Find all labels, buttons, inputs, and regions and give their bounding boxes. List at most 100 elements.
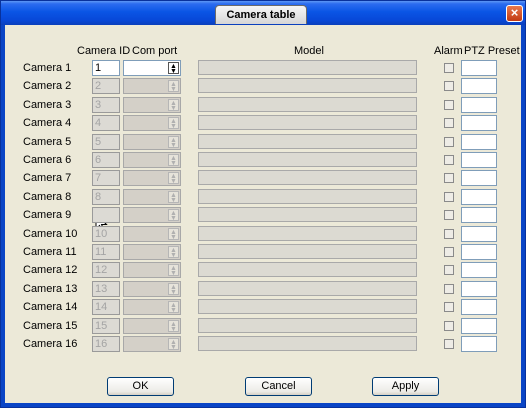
camera-id-field[interactable]: 14	[92, 299, 120, 315]
ptz-preset-field[interactable]	[461, 281, 497, 297]
alarm-checkbox[interactable]	[444, 210, 454, 220]
com-port-select[interactable]: ▲ ▼	[123, 170, 181, 186]
updown-arrow-icon[interactable]: ▲ ▼	[168, 99, 179, 112]
camera-id-field[interactable]: 11	[92, 244, 120, 260]
alarm-checkbox[interactable]	[444, 100, 454, 110]
model-field[interactable]	[198, 281, 417, 296]
updown-arrow-icon[interactable]: ▲ ▼	[168, 62, 179, 75]
com-port-select[interactable]: ▲ ▼	[123, 281, 181, 297]
com-port-select[interactable]: ▲ ▼	[123, 207, 181, 223]
updown-arrow-icon[interactable]: ▲ ▼	[168, 80, 179, 93]
model-field[interactable]	[198, 152, 417, 167]
model-field[interactable]	[198, 336, 417, 351]
alarm-checkbox[interactable]	[444, 321, 454, 331]
updown-arrow-icon[interactable]: ▲ ▼	[168, 338, 179, 351]
com-port-select[interactable]: ▲ ▼	[123, 115, 181, 131]
alarm-checkbox[interactable]	[444, 265, 454, 275]
com-port-select[interactable]: ▲ ▼	[123, 244, 181, 260]
camera-id-field[interactable]: 7	[92, 170, 120, 186]
alarm-checkbox[interactable]	[444, 284, 454, 294]
ptz-preset-field[interactable]	[461, 226, 497, 242]
model-field[interactable]	[198, 170, 417, 185]
alarm-checkbox[interactable]	[444, 118, 454, 128]
ptz-preset-field[interactable]	[461, 336, 497, 352]
com-port-select[interactable]: ▲ ▼	[123, 262, 181, 278]
updown-arrow-icon[interactable]: ▲ ▼	[168, 209, 179, 222]
ptz-preset-field[interactable]	[461, 97, 497, 113]
updown-arrow-icon[interactable]: ▲ ▼	[168, 246, 179, 259]
com-port-select[interactable]: ▲ ▼	[123, 336, 181, 352]
updown-arrow-icon[interactable]: ▲ ▼	[168, 264, 179, 277]
alarm-checkbox[interactable]	[444, 247, 454, 257]
camera-id-field[interactable]	[92, 207, 120, 223]
cancel-button[interactable]: Cancel	[245, 377, 312, 396]
alarm-checkbox[interactable]	[444, 192, 454, 202]
model-field[interactable]	[198, 134, 417, 149]
updown-arrow-icon[interactable]: ▲ ▼	[168, 320, 179, 333]
camera-id-field[interactable]: 2	[92, 78, 120, 94]
com-port-select[interactable]: ▲ ▼	[123, 318, 181, 334]
ptz-preset-field[interactable]	[461, 60, 497, 76]
com-port-select[interactable]: ▲ ▼	[123, 299, 181, 315]
camera-id-field[interactable]: 3	[92, 97, 120, 113]
ptz-preset-field[interactable]	[461, 262, 497, 278]
alarm-checkbox[interactable]	[444, 229, 454, 239]
ptz-preset-field[interactable]	[461, 78, 497, 94]
ptz-preset-field[interactable]	[461, 189, 497, 205]
com-port-select[interactable]: ▲ ▼	[123, 189, 181, 205]
alarm-checkbox[interactable]	[444, 339, 454, 349]
com-port-select[interactable]: ▲ ▼	[123, 226, 181, 242]
title-bar[interactable]: Camera table ×	[1, 1, 525, 25]
com-port-select[interactable]: ▲ ▼	[123, 60, 181, 76]
model-field[interactable]	[198, 262, 417, 277]
apply-button[interactable]: Apply	[372, 377, 439, 396]
ptz-preset-field[interactable]	[461, 318, 497, 334]
ptz-preset-field[interactable]	[461, 207, 497, 223]
updown-arrow-icon[interactable]: ▲ ▼	[168, 301, 179, 314]
model-field[interactable]	[198, 299, 417, 314]
alarm-checkbox[interactable]	[444, 155, 454, 165]
model-field[interactable]	[198, 189, 417, 204]
alarm-checkbox[interactable]	[444, 81, 454, 91]
updown-arrow-icon[interactable]: ▲ ▼	[168, 191, 179, 204]
model-field[interactable]	[198, 78, 417, 93]
ptz-preset-field[interactable]	[461, 170, 497, 186]
com-port-select[interactable]: ▲ ▼	[123, 152, 181, 168]
alarm-checkbox[interactable]	[444, 302, 454, 312]
ok-button[interactable]: OK	[107, 377, 174, 396]
camera-id-field[interactable]: 4	[92, 115, 120, 131]
updown-arrow-icon[interactable]: ▲ ▼	[168, 136, 179, 149]
ptz-preset-field[interactable]	[461, 244, 497, 260]
model-field[interactable]	[198, 97, 417, 112]
model-field[interactable]	[198, 226, 417, 241]
updown-arrow-icon[interactable]: ▲ ▼	[168, 154, 179, 167]
com-port-select[interactable]: ▲ ▼	[123, 97, 181, 113]
updown-arrow-icon[interactable]: ▲ ▼	[168, 228, 179, 241]
camera-id-field[interactable]: 13	[92, 281, 120, 297]
camera-id-field[interactable]: 10	[92, 226, 120, 242]
model-field[interactable]	[198, 318, 417, 333]
ptz-preset-field[interactable]	[461, 299, 497, 315]
updown-arrow-icon[interactable]: ▲ ▼	[168, 172, 179, 185]
close-icon[interactable]: ×	[506, 5, 523, 22]
camera-id-field[interactable]: 1	[92, 60, 120, 76]
ptz-preset-field[interactable]	[461, 152, 497, 168]
com-port-select[interactable]: ▲ ▼	[123, 78, 181, 94]
alarm-checkbox[interactable]	[444, 173, 454, 183]
model-field[interactable]	[198, 115, 417, 130]
camera-id-field[interactable]: 8	[92, 189, 120, 205]
model-field[interactable]	[198, 207, 417, 222]
ptz-preset-field[interactable]	[461, 115, 497, 131]
camera-id-field[interactable]: 5	[92, 134, 120, 150]
alarm-checkbox[interactable]	[444, 137, 454, 147]
camera-id-field[interactable]: 15	[92, 318, 120, 334]
camera-id-field[interactable]: 6	[92, 152, 120, 168]
updown-arrow-icon[interactable]: ▲ ▼	[168, 117, 179, 130]
model-field[interactable]	[198, 244, 417, 259]
com-port-select[interactable]: ▲ ▼	[123, 134, 181, 150]
updown-arrow-icon[interactable]: ▲ ▼	[168, 283, 179, 296]
alarm-checkbox[interactable]	[444, 63, 454, 73]
camera-id-field[interactable]: 16	[92, 336, 120, 352]
ptz-preset-field[interactable]	[461, 134, 497, 150]
camera-id-field[interactable]: 12	[92, 262, 120, 278]
